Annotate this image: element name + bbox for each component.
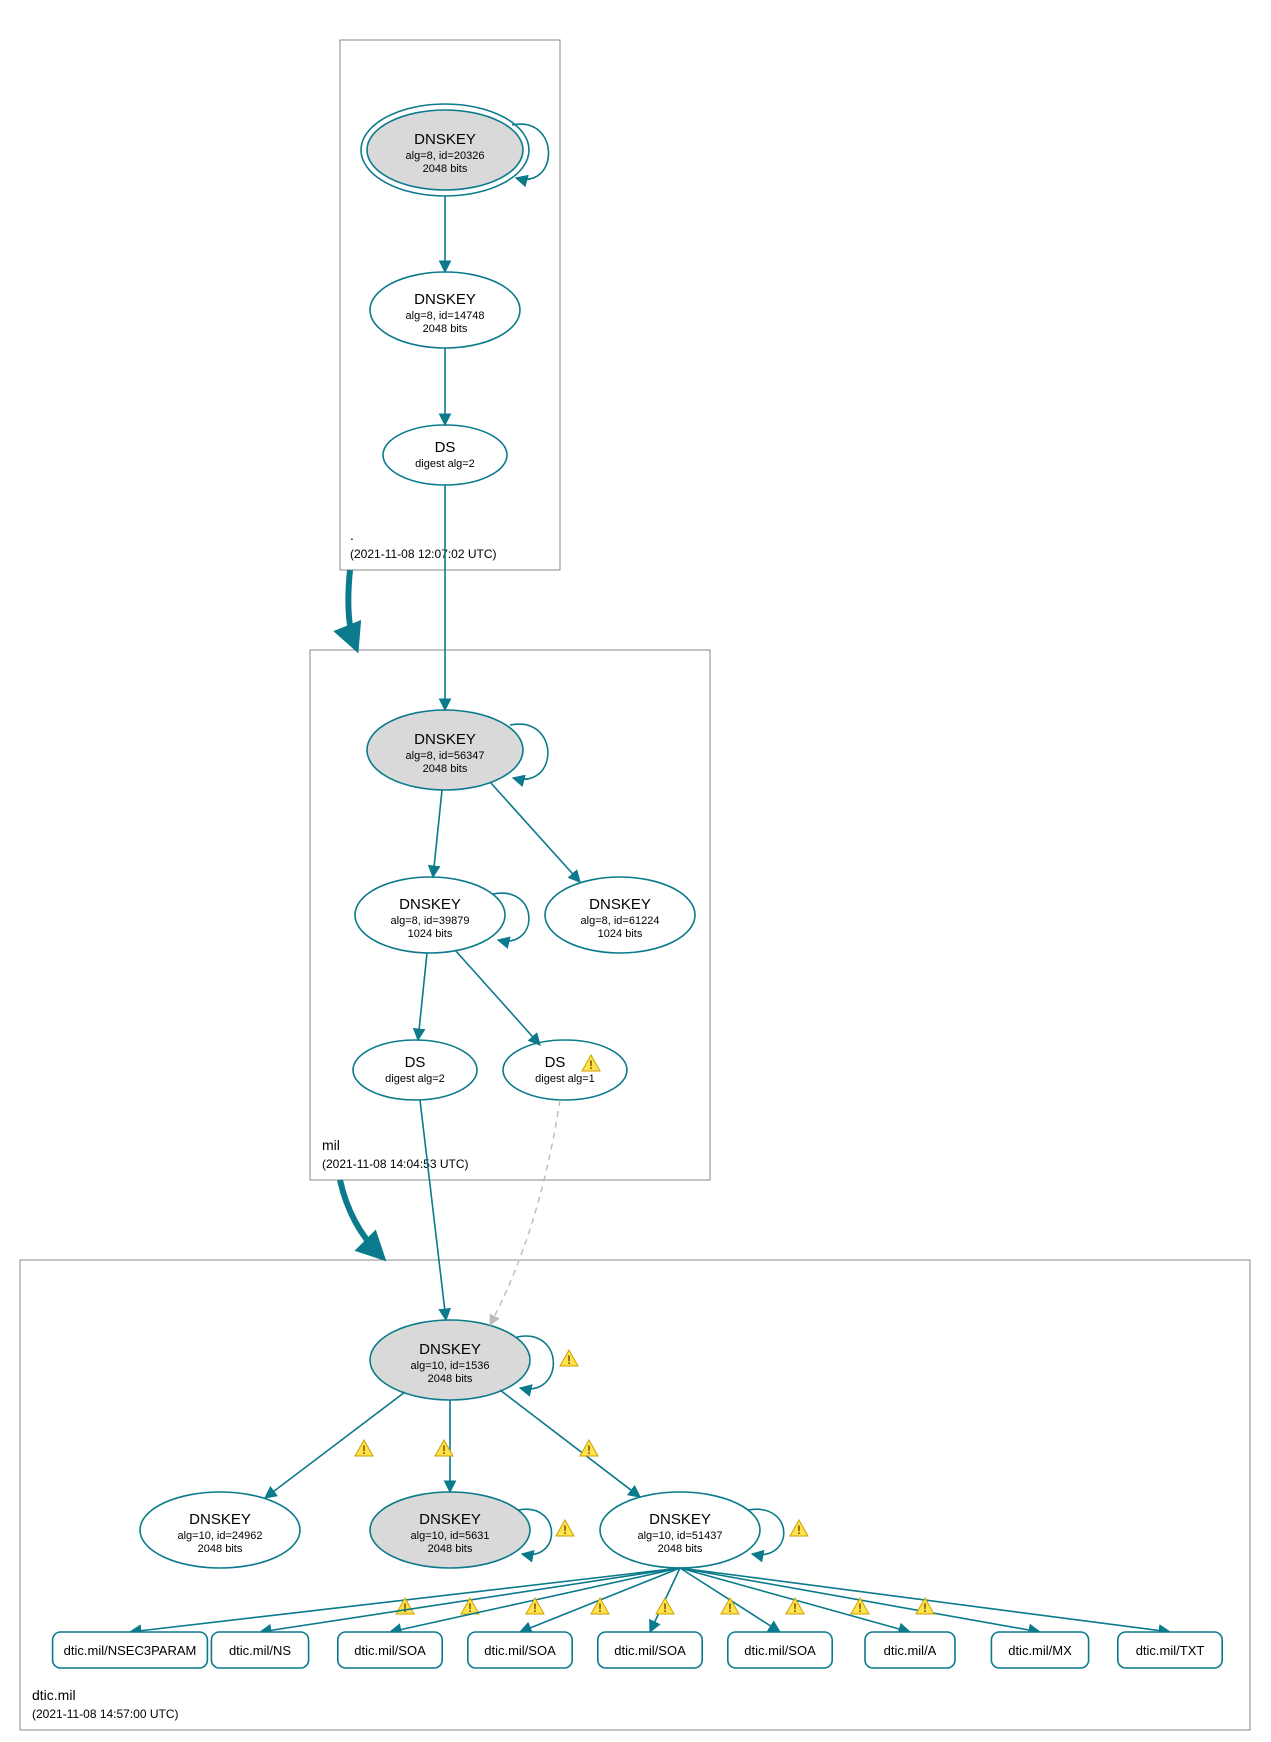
svg-text:!: ! <box>442 1443 446 1457</box>
svg-text:!: ! <box>362 1443 366 1457</box>
svg-text:DNSKEY: DNSKEY <box>649 1511 711 1528</box>
leaf-label: dtic.mil/TXT <box>1136 1643 1205 1658</box>
svg-text:alg=10, id=1536: alg=10, id=1536 <box>411 1360 490 1372</box>
warning-icon: ! <box>580 1440 598 1457</box>
svg-text:2048 bits: 2048 bits <box>428 1543 473 1555</box>
svg-text:DNSKEY: DNSKEY <box>399 896 461 913</box>
svg-text:2048 bits: 2048 bits <box>423 323 468 335</box>
node-mil-ds1: DS digest alg=2 <box>353 1040 477 1100</box>
svg-text:DNSKEY: DNSKEY <box>414 291 476 308</box>
edge-root-to-mil-zone <box>348 570 355 645</box>
edge-milksk-milzsk1 <box>433 790 442 877</box>
node-root-ksk: DNSKEY alg=8, id=20326 2048 bits <box>361 104 529 196</box>
warning-icon: ! <box>656 1598 674 1615</box>
zone-mil-name: mil <box>322 1137 340 1153</box>
svg-text:digest alg=2: digest alg=2 <box>385 1073 445 1085</box>
svg-text:!: ! <box>533 1601 537 1615</box>
svg-text:DS: DS <box>405 1054 426 1071</box>
zone-mil-time: (2021-11-08 14:04:53 UTC) <box>322 1157 469 1171</box>
svg-text:!: ! <box>663 1601 667 1615</box>
svg-text:alg=10, id=51437: alg=10, id=51437 <box>637 1530 722 1542</box>
warning-icon: ! <box>721 1598 739 1615</box>
node-dtic-ksk: DNSKEY alg=10, id=1536 2048 bits <box>370 1320 530 1400</box>
svg-text:!: ! <box>587 1443 591 1457</box>
svg-text:alg=10, id=24962: alg=10, id=24962 <box>177 1530 262 1542</box>
edge-dticksk-k3 <box>500 1390 640 1497</box>
zone-root-time: (2021-11-08 12:07:02 UTC) <box>350 547 497 561</box>
svg-text:!: ! <box>589 1058 593 1072</box>
svg-text:!: ! <box>563 1523 567 1537</box>
dnssec-diagram: . (2021-11-08 12:07:02 UTC) mil (2021-11… <box>0 0 1271 1742</box>
svg-text:DNSKEY: DNSKEY <box>419 1511 481 1528</box>
leaf-label: dtic.mil/NS <box>229 1643 291 1658</box>
warning-icon: ! <box>560 1350 578 1367</box>
svg-text:2048 bits: 2048 bits <box>658 1543 703 1555</box>
edge-milzsk1-milds1 <box>418 953 427 1040</box>
svg-text:!: ! <box>468 1601 472 1615</box>
node-mil-zsk2: DNSKEY alg=8, id=61224 1024 bits <box>545 877 695 953</box>
node-mil-zsk1: DNSKEY alg=8, id=39879 1024 bits <box>355 877 505 953</box>
node-mil-ds2: DS digest alg=1 <box>503 1040 627 1100</box>
svg-text:DS: DS <box>435 439 456 456</box>
warning-icon: ! <box>526 1598 544 1615</box>
leaf-label: dtic.mil/SOA <box>744 1643 816 1658</box>
svg-text:2048 bits: 2048 bits <box>423 763 468 775</box>
node-dtic-k3: DNSKEY alg=10, id=51437 2048 bits <box>600 1492 760 1568</box>
node-root-ds: DS digest alg=2 <box>383 425 507 485</box>
svg-text:1024 bits: 1024 bits <box>408 928 453 940</box>
svg-text:2048 bits: 2048 bits <box>198 1543 243 1555</box>
warning-icon: ! <box>786 1598 804 1615</box>
svg-text:digest alg=1: digest alg=1 <box>535 1073 595 1085</box>
zone-dtic-time: (2021-11-08 14:57:00 UTC) <box>32 1707 179 1721</box>
svg-text:alg=8, id=14748: alg=8, id=14748 <box>406 310 485 322</box>
svg-text:DNSKEY: DNSKEY <box>414 731 476 748</box>
svg-text:1024 bits: 1024 bits <box>598 928 643 940</box>
svg-text:DNSKEY: DNSKEY <box>189 1511 251 1528</box>
svg-text:!: ! <box>567 1353 571 1367</box>
leaf-label: dtic.mil/A <box>884 1643 937 1658</box>
svg-text:2048 bits: 2048 bits <box>423 163 468 175</box>
node-dtic-k2: DNSKEY alg=10, id=5631 2048 bits <box>370 1492 530 1568</box>
svg-text:2048 bits: 2048 bits <box>428 1373 473 1385</box>
edge-milds2-dticksk-dashed <box>490 1100 560 1325</box>
svg-text:digest alg=2: digest alg=2 <box>415 458 475 470</box>
edge-milzsk1-milds2 <box>455 950 540 1045</box>
svg-text:alg=8, id=20326: alg=8, id=20326 <box>406 150 485 162</box>
svg-text:DNSKEY: DNSKEY <box>419 1341 481 1358</box>
svg-text:alg=8, id=39879: alg=8, id=39879 <box>391 915 470 927</box>
svg-text:alg=10, id=5631: alg=10, id=5631 <box>411 1530 490 1542</box>
warning-icon: ! <box>355 1440 373 1457</box>
edge-mil-to-dtic-zone <box>340 1180 380 1255</box>
edge-milksk-milzsk2 <box>490 782 580 882</box>
node-mil-ksk: DNSKEY alg=8, id=56347 2048 bits <box>367 710 523 790</box>
node-dtic-k1: DNSKEY alg=10, id=24962 2048 bits <box>140 1492 300 1568</box>
warning-icon: ! <box>591 1598 609 1615</box>
warning-icon: ! <box>790 1520 808 1537</box>
svg-text:!: ! <box>793 1601 797 1615</box>
svg-text:!: ! <box>797 1523 801 1537</box>
svg-text:!: ! <box>598 1601 602 1615</box>
leaf-label: dtic.mil/SOA <box>614 1643 686 1658</box>
edge-milds1-dticksk <box>420 1100 446 1320</box>
warning-icon: ! <box>556 1520 574 1537</box>
edge-dticksk-k1 <box>265 1392 405 1498</box>
leaf-label: dtic.mil/NSEC3PARAM <box>64 1643 197 1658</box>
node-root-zsk: DNSKEY alg=8, id=14748 2048 bits <box>370 272 520 348</box>
zone-dtic-name: dtic.mil <box>32 1687 76 1703</box>
leaf-label: dtic.mil/SOA <box>354 1643 426 1658</box>
svg-text:DNSKEY: DNSKEY <box>414 131 476 148</box>
svg-text:!: ! <box>728 1601 732 1615</box>
svg-text:alg=8, id=61224: alg=8, id=61224 <box>581 915 660 927</box>
leaf-label: dtic.mil/MX <box>1008 1643 1072 1658</box>
svg-text:!: ! <box>403 1601 407 1615</box>
svg-text:alg=8, id=56347: alg=8, id=56347 <box>406 750 485 762</box>
svg-text:DS: DS <box>545 1054 566 1071</box>
svg-text:!: ! <box>858 1601 862 1615</box>
leaf-label: dtic.mil/SOA <box>484 1643 556 1658</box>
svg-text:DNSKEY: DNSKEY <box>589 896 651 913</box>
zone-root-name: . <box>350 527 354 543</box>
svg-text:!: ! <box>923 1601 927 1615</box>
